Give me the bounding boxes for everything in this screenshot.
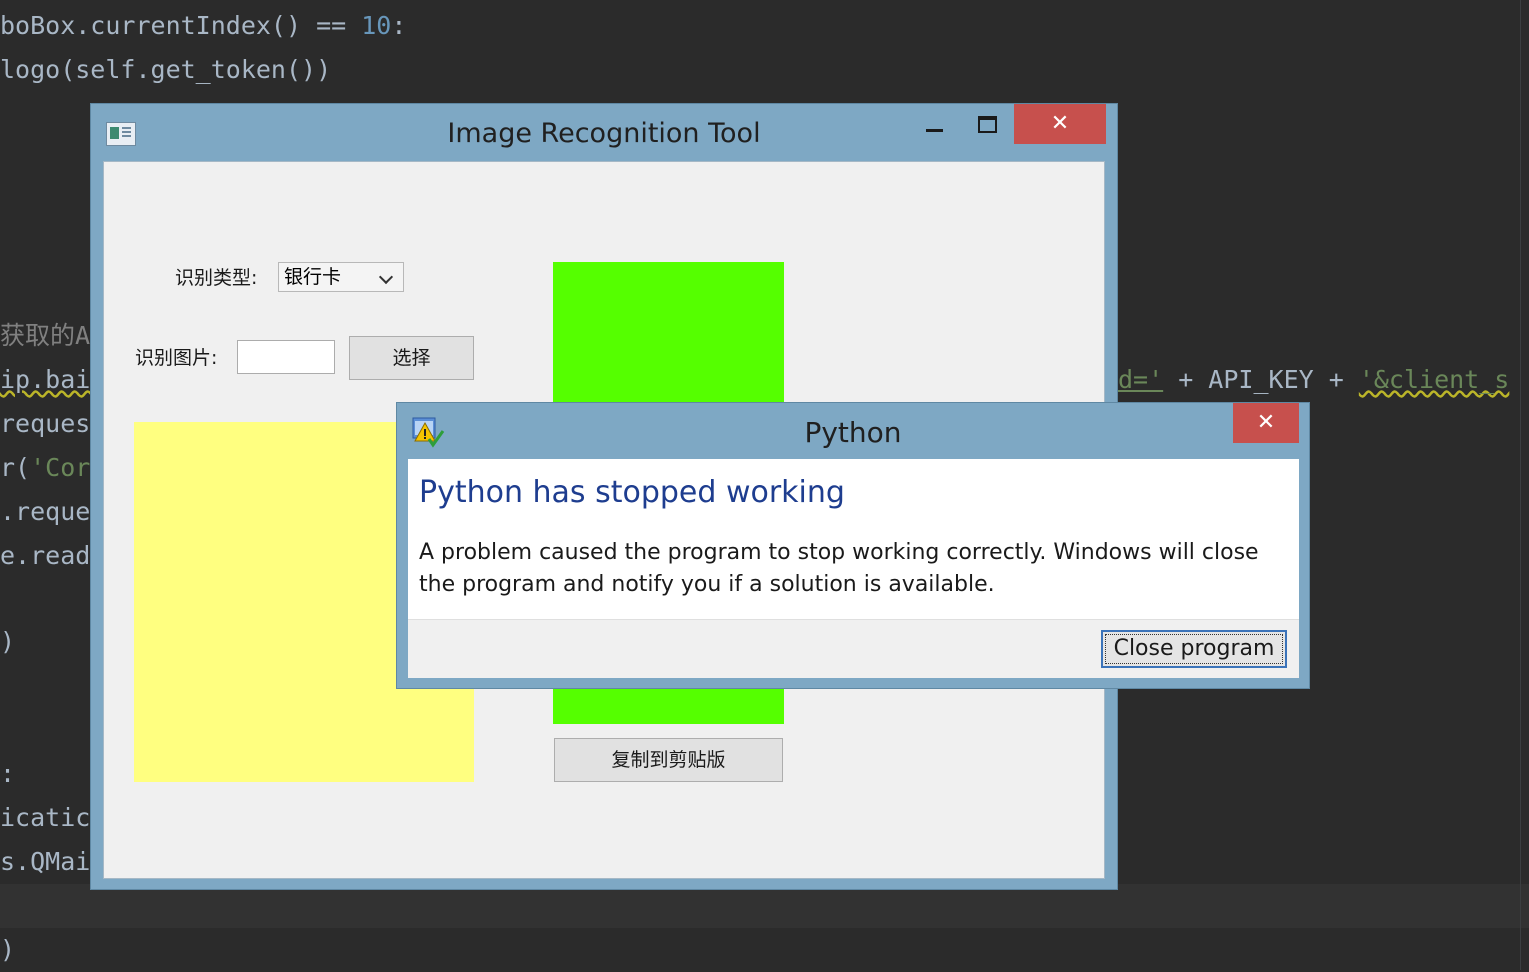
- code-line: logo(self.get_token()): [0, 55, 332, 84]
- close-window-button[interactable]: ✕: [1014, 104, 1106, 144]
- code-line: reques: [0, 409, 91, 438]
- code-line: s.QMai: [0, 847, 91, 876]
- code-line: r('Cor: [0, 453, 91, 482]
- select-image-button[interactable]: 选择: [349, 336, 474, 380]
- copy-to-clipboard-button[interactable]: 复制到剪贴版: [554, 738, 783, 782]
- code-comment: 获取的A: [0, 321, 91, 350]
- code-line: ): [0, 627, 16, 656]
- close-program-button[interactable]: Close program: [1101, 630, 1287, 668]
- code-line: e.read: [0, 541, 91, 570]
- dialog-message: A problem caused the program to stop wor…: [419, 540, 1259, 597]
- recognition-type-label: 识别类型:: [175, 267, 258, 289]
- chevron-down-icon: [378, 269, 394, 285]
- recognition-type-select[interactable]: 银行卡: [278, 262, 404, 292]
- recognition-image-label: 识别图片:: [135, 347, 218, 369]
- right-margin-guide: [1520, 0, 1521, 970]
- code-line-fragment: d=' + API_KEY + '&client_s: [1118, 365, 1510, 394]
- dialog-heading: Python has stopped working: [419, 475, 845, 510]
- dialog-title: Python: [804, 416, 902, 449]
- code-line: ip.bai: [0, 358, 90, 402]
- code-line-text: ip.bai: [0, 365, 91, 394]
- recognition-type-value: 银行卡: [284, 266, 342, 288]
- code-line: .reque: [0, 497, 91, 526]
- code-line: :: [0, 759, 16, 788]
- current-line-highlight: [0, 884, 1529, 928]
- code-line: boBox.currentIndex() == 10:: [0, 11, 407, 40]
- python-crash-dialog[interactable]: Python ✕ Python has stopped working A pr…: [396, 402, 1310, 689]
- code-line: ): [0, 935, 16, 964]
- dialog-close-button[interactable]: ✕: [1233, 403, 1299, 443]
- close-icon: ✕: [1256, 410, 1276, 435]
- close-icon: ✕: [1050, 111, 1070, 136]
- image-path-input[interactable]: [237, 340, 335, 374]
- dialog-footer: Close program: [408, 619, 1299, 678]
- code-line: icatic: [0, 803, 91, 832]
- minimize-button[interactable]: [911, 104, 959, 144]
- maximize-button[interactable]: [963, 104, 1011, 144]
- dialog-content: Python has stopped working A problem cau…: [408, 459, 1299, 619]
